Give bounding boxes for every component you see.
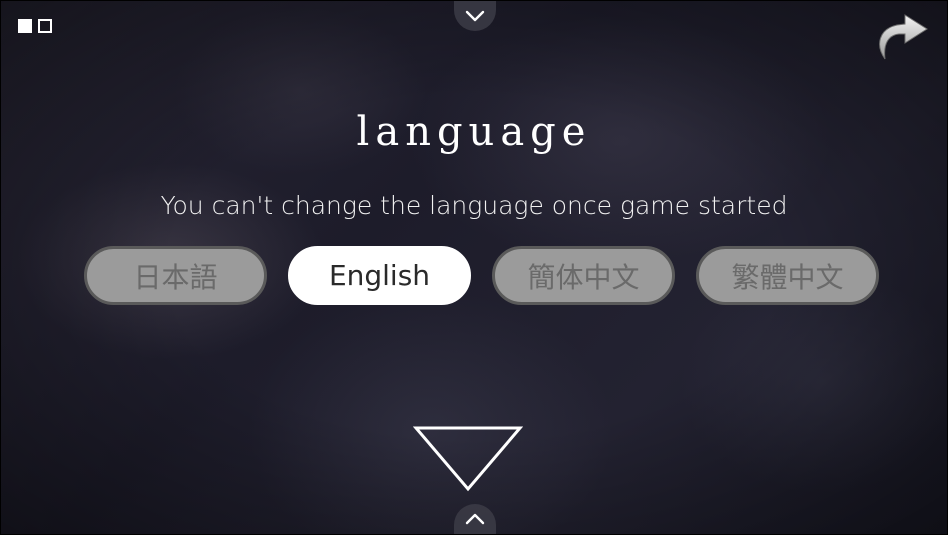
language-button-english[interactable]: English [288,246,471,305]
language-button-traditional-chinese[interactable]: 繁體中文 [696,246,879,305]
page-dot-active [18,19,32,33]
bottom-menu-tab[interactable] [454,504,496,534]
language-notice: You can't change the language once game … [160,191,788,220]
chevron-down-icon [465,10,485,22]
language-options: 日本語 English 簡体中文 繁體中文 [84,246,879,305]
back-button[interactable] [871,11,931,63]
triangle-down-icon [412,426,524,492]
screen-title: language [356,109,592,155]
language-button-simplified-chinese[interactable]: 簡体中文 [492,246,675,305]
page-indicator [18,19,52,33]
chevron-up-icon [465,513,485,525]
curved-arrow-back-icon [879,14,928,60]
language-button-japanese[interactable]: 日本語 [84,246,267,305]
top-menu-tab[interactable] [454,1,496,31]
next-button[interactable] [412,425,524,493]
language-screen: language You can't change the language o… [0,0,948,535]
page-dot-inactive [38,19,52,33]
